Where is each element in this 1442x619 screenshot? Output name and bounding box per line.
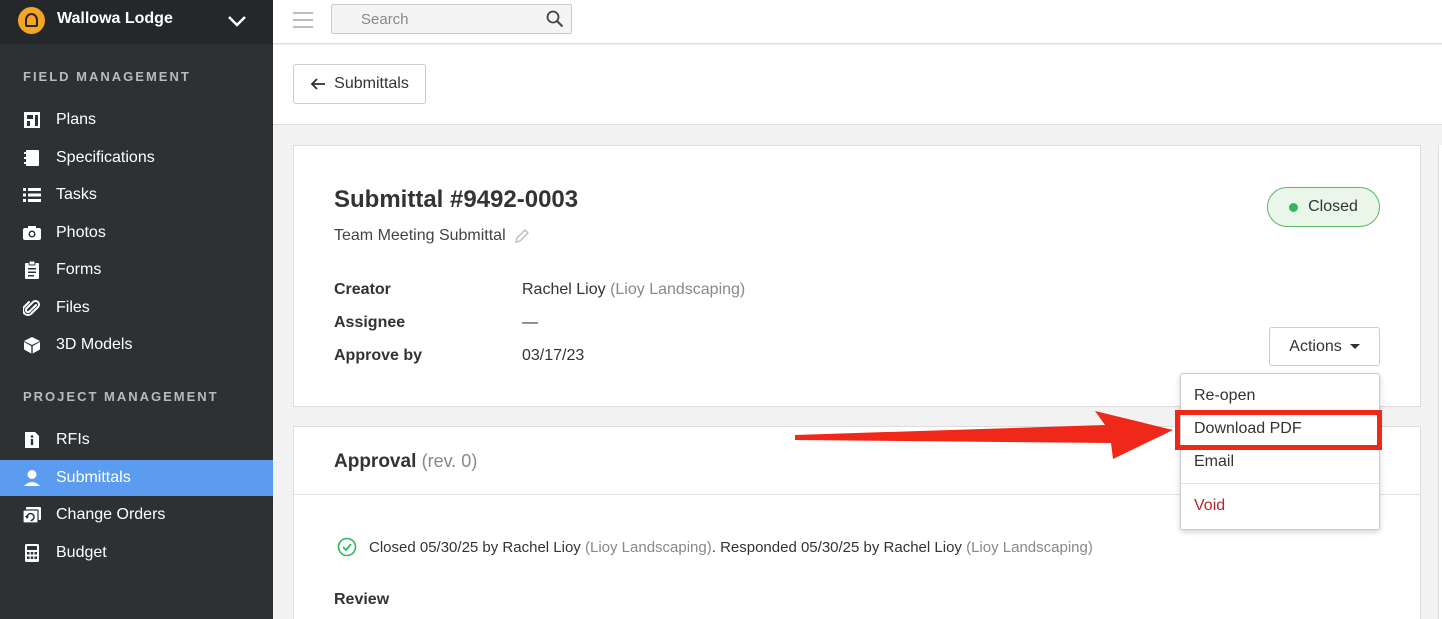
- approval-status-line: Closed 05/30/25 by Rachel Lioy (Lioy Lan…: [337, 537, 1093, 557]
- sidebar-item-label: RFIs: [56, 431, 90, 448]
- sidebar-item-label: Files: [56, 299, 90, 316]
- status-label: Closed: [1308, 198, 1358, 215]
- actions-button[interactable]: Actions: [1269, 327, 1380, 366]
- status-badge: Closed: [1267, 187, 1380, 227]
- sidebar-item-photos[interactable]: Photos: [0, 215, 273, 251]
- change-orders-icon: [22, 505, 42, 525]
- specifications-icon: [22, 148, 42, 168]
- actions-label: Actions: [1289, 337, 1342, 355]
- clipboard-icon: [22, 260, 42, 280]
- sidebar-section-project-management: PROJECT MANAGEMENT: [23, 389, 219, 404]
- approve-by-label: Approve by: [334, 347, 423, 364]
- menu-item-reopen[interactable]: Re-open: [1194, 387, 1255, 405]
- person-icon: [22, 468, 42, 488]
- sidebar-item-tasks[interactable]: Tasks: [0, 177, 273, 213]
- menu-item-email[interactable]: Email: [1194, 453, 1234, 471]
- sidebar-section-field-management: FIELD MANAGEMENT: [23, 69, 191, 84]
- edit-pencil-icon[interactable]: [514, 228, 530, 244]
- project-switcher[interactable]: Wallowa Lodge: [0, 0, 273, 44]
- sidebar-item-label: Forms: [56, 261, 102, 278]
- creator-name: Rachel Lioy: [522, 281, 606, 298]
- tasks-icon: [22, 185, 42, 205]
- submittal-subtitle: Team Meeting Submittal: [334, 227, 530, 245]
- menu-item-void[interactable]: Void: [1194, 497, 1225, 515]
- sidebar-item-label: Plans: [56, 111, 97, 128]
- download-pdf-highlight-box: [1175, 410, 1382, 450]
- approval-status-text: Closed 05/30/25 by Rachel Lioy (Lioy Lan…: [369, 539, 1093, 556]
- approval-title: Approval (rev. 0): [334, 451, 477, 473]
- page-subheader: Submittals: [273, 45, 1442, 125]
- submittal-name: Team Meeting Submittal: [334, 227, 506, 244]
- sidebar-item-label: Photos: [56, 224, 106, 241]
- top-bar: Search: [273, 0, 1442, 44]
- sidebar-item-label: 3D Models: [56, 336, 133, 353]
- hamburger-menu-icon[interactable]: [293, 12, 313, 28]
- sidebar-item-rfis[interactable]: RFIs: [0, 422, 273, 458]
- side-panel-edge: [1438, 145, 1442, 619]
- closed-by-company: (Lioy Landscaping): [584, 538, 712, 556]
- sidebar-item-plans[interactable]: Plans: [0, 102, 273, 138]
- review-heading: Review: [334, 591, 390, 608]
- sidebar-item-label: Tasks: [56, 186, 97, 203]
- chevron-down-icon[interactable]: [227, 13, 247, 29]
- sidebar-item-label: Submittals: [56, 469, 131, 486]
- plans-icon: [22, 110, 42, 130]
- sidebar-item-specifications[interactable]: Specifications: [0, 140, 273, 176]
- cube-icon: [22, 335, 42, 355]
- approve-by-value: 03/17/23: [522, 347, 585, 364]
- status-dot-icon: [1289, 202, 1299, 212]
- calculator-icon: [22, 543, 42, 563]
- arrow-left-icon: [310, 78, 326, 90]
- company-logo-icon: [18, 7, 45, 34]
- responded-by-text: . Responded 05/30/25 by Rachel Lioy: [711, 538, 962, 556]
- approval-title-text: Approval: [334, 451, 417, 472]
- menu-divider: [1181, 483, 1379, 484]
- approval-revision: (rev. 0): [421, 451, 478, 471]
- submittal-details-card: Submittal #9492-0003 Team Meeting Submit…: [293, 145, 1421, 407]
- creator-company: (Lioy Landscaping): [610, 281, 746, 298]
- back-button-label: Submittals: [334, 75, 409, 92]
- sidebar-item-submittals[interactable]: Submittals: [0, 460, 273, 496]
- search-placeholder: Search: [361, 11, 409, 28]
- page-title: Submittal #9492-0003: [334, 186, 579, 213]
- sidebar: Wallowa Lodge FIELD MANAGEMENT Plans Spe…: [0, 0, 273, 619]
- sidebar-item-label: Budget: [56, 544, 107, 561]
- project-name: Wallowa Lodge: [57, 10, 173, 27]
- search-input[interactable]: Search: [331, 4, 572, 34]
- sidebar-item-forms[interactable]: Forms: [0, 252, 273, 288]
- assignee-label: Assignee: [334, 314, 406, 331]
- back-to-submittals-button[interactable]: Submittals: [293, 64, 426, 104]
- actions-dropdown-menu: Re-open Download PDF Email Void: [1180, 373, 1380, 530]
- paperclip-icon: [22, 298, 42, 318]
- closed-by-text: Closed 05/30/25 by Rachel Lioy: [369, 538, 581, 556]
- caret-down-icon: [1349, 344, 1360, 349]
- sidebar-item-label: Specifications: [56, 149, 155, 166]
- rfi-icon: [22, 430, 42, 450]
- sidebar-item-3d-models[interactable]: 3D Models: [0, 327, 273, 363]
- creator-label: Creator: [334, 281, 391, 298]
- creator-value: Rachel Lioy (Lioy Landscaping): [522, 281, 745, 299]
- responded-by-company: (Lioy Landscaping): [966, 538, 1093, 556]
- sidebar-item-budget[interactable]: Budget: [0, 535, 273, 571]
- sidebar-item-change-orders[interactable]: Change Orders: [0, 497, 273, 533]
- check-circle-icon: [337, 537, 357, 557]
- assignee-value: —: [522, 314, 538, 331]
- search-icon[interactable]: [546, 10, 564, 28]
- camera-icon: [22, 223, 42, 243]
- sidebar-item-files[interactable]: Files: [0, 290, 273, 326]
- sidebar-item-label: Change Orders: [56, 506, 166, 523]
- callout-arrow: [795, 411, 1173, 459]
